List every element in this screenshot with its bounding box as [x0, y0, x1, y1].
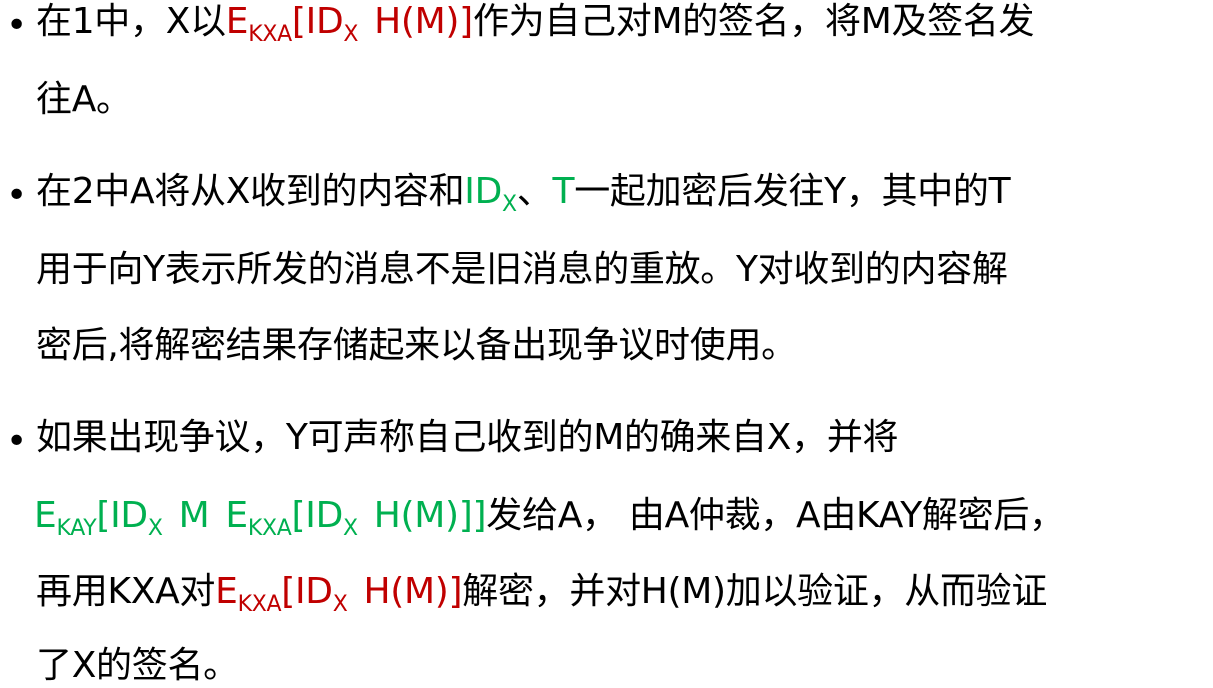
text: H(M)]] — [373, 495, 487, 536]
bullet-2-line-3: 密后,将解密结果存储起来以备出现争议时使用。 — [36, 326, 797, 366]
text: 在1中，X以 — [36, 1, 226, 42]
bullet-1-line-2: 往A。 — [36, 80, 132, 120]
bullet-2-line-2: 用于向Y表示所发的消息不是旧消息的重放。Y对收到的内容解 — [36, 250, 1008, 290]
text: 如果出现争议，Y可声称自己收到的M的确来自X，并将 — [36, 417, 899, 458]
text: H(M)] — [374, 1, 473, 42]
subscript: X — [502, 192, 517, 217]
formula-signature: EKXA[IDX H(M)] — [225, 1, 473, 46]
formula-id: IDX — [464, 171, 517, 216]
text: E — [225, 495, 248, 536]
text: 了X的签名。 — [36, 645, 239, 686]
text: M — [178, 495, 210, 536]
bullet-1-line-1: 在1中，X以EKXA[IDX H(M)]作为自己对M的签名，将M及签名发 — [36, 1, 1035, 46]
bullet-3-line-4: 了X的签名。 — [36, 646, 239, 686]
subscript: KAY — [56, 516, 97, 541]
subscript: X — [147, 516, 163, 541]
text: 、 — [516, 171, 553, 212]
subscript: KXA — [248, 22, 292, 47]
text: [ID — [291, 495, 344, 536]
text: 发给A， 由A仲裁，A由KAY解密后， — [486, 495, 1065, 536]
bullet-3-line-3: 再用KXA对EKXA[IDX H(M)]解密，并对H(M)加以验证，从而验证 — [36, 571, 1048, 616]
text: 一起加密后发往Y，其中的T — [574, 171, 1011, 212]
text: 往A。 — [36, 79, 132, 120]
bullet-3-line-1: 如果出现争议，Y可声称自己收到的M的确来自X，并将 — [36, 417, 899, 458]
text: E — [215, 571, 238, 612]
text: 解密，并对H(M)加以验证，从而验证 — [462, 571, 1048, 612]
subscript: X — [332, 592, 348, 617]
slide: • 在1中，X以EKXA[IDX H(M)]作为自己对M的签名，将M及签名发 往A… — [0, 0, 1213, 688]
text: E — [225, 1, 249, 42]
formula-t: T — [552, 171, 575, 212]
bullet-dot: • — [6, 421, 28, 462]
text: 密后,将解密结果存储起来以备出现争议时使用。 — [36, 325, 797, 366]
text: 作为自己对M的签名，将M及签名发 — [472, 1, 1035, 42]
bullet-2-line-1: 在2中A将从X收到的内容和IDX、T一起加密后发往Y，其中的T — [36, 171, 1011, 216]
bullet-dot: • — [6, 5, 28, 46]
text: 用于向Y表示所发的消息不是旧消息的重放。Y对收到的内容解 — [36, 249, 1008, 290]
bullet-3-line-2: EKAY[IDX M EKXA[IDX H(M)]]发给A， 由A仲裁，A由KAY解密… — [34, 495, 1065, 540]
formula-evidence: EKAY[IDX M EKXA[IDX H(M)]] — [34, 495, 487, 540]
formula-signature: EKXA[IDX H(M)] — [215, 571, 463, 616]
text: 在2中A将从X收到的内容和 — [36, 171, 465, 212]
text: ID — [464, 171, 503, 212]
text: [ID — [291, 1, 344, 42]
bullet-dot: • — [6, 175, 28, 216]
text: [ID — [281, 571, 333, 612]
subscript: KXA — [247, 516, 292, 541]
subscript: X — [343, 516, 358, 541]
subscript: X — [343, 22, 359, 47]
text: E — [34, 495, 57, 536]
text: H(M)] — [363, 571, 463, 612]
text: [ID — [96, 495, 148, 536]
text: 再用KXA对 — [36, 571, 216, 612]
subscript: KXA — [237, 592, 282, 617]
